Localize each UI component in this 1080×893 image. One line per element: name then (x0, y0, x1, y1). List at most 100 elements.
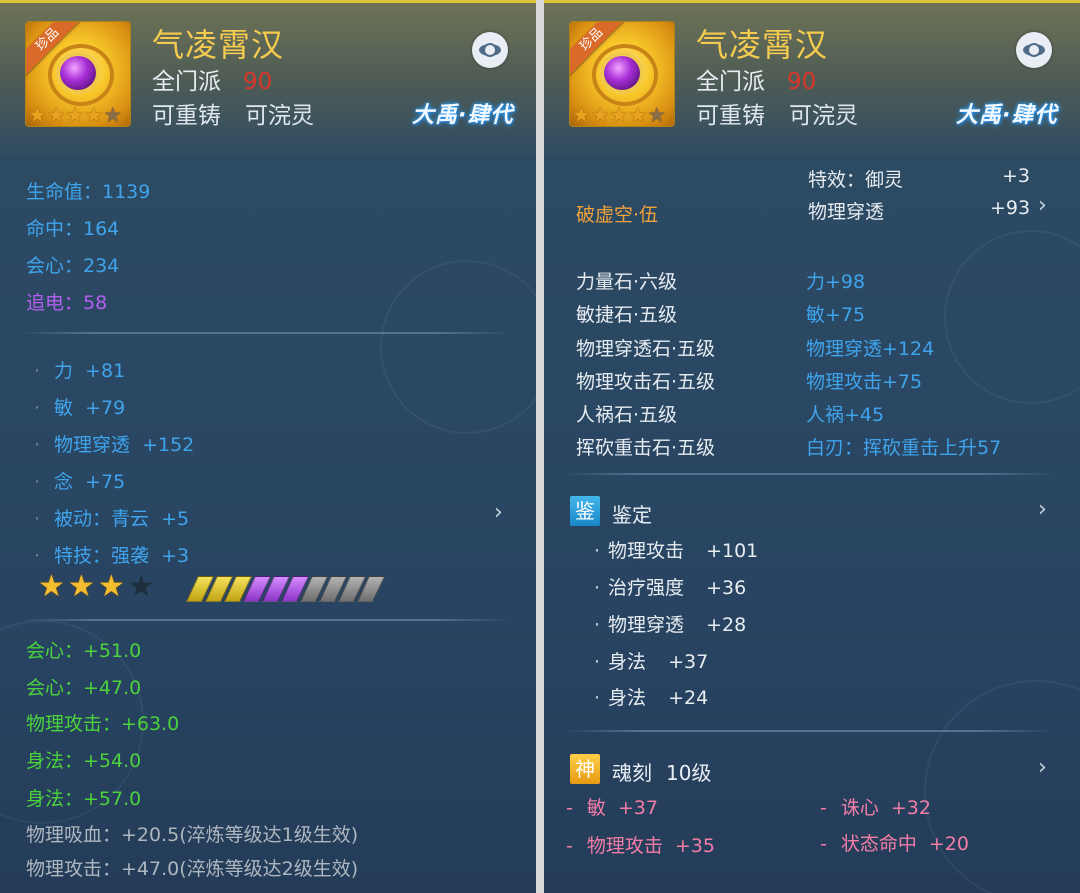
bullet: · (34, 508, 41, 530)
soul-label: 状态命中 (840, 833, 917, 855)
soul-label: 敏 (586, 797, 606, 819)
eye-icon[interactable] (472, 32, 508, 68)
attr-label: 被动：青云 (54, 508, 150, 530)
attr-label: 特技：强袭 (54, 545, 150, 567)
brand-logo: 大禹·肆代 (956, 103, 1058, 128)
soul-item: - 物理攻击 +35 (566, 831, 715, 858)
chevron-right-icon[interactable]: › (1038, 755, 1047, 780)
faction-line: 全门派 90 (696, 62, 816, 96)
soul-item: - 状态命中 +20 (820, 829, 969, 856)
divider (20, 332, 510, 334)
set-name: 破虚空·伍 (576, 204, 659, 226)
extra-stat: 物理攻击：+63.0 (26, 713, 180, 735)
extra-stat: 身法：+54.0 (26, 750, 142, 772)
flags-line: 可重铸 可浣灵 (696, 96, 858, 130)
star-icon: ★ (28, 103, 47, 126)
star-icon: ★ (97, 569, 125, 604)
attr-value: +3 (161, 545, 190, 567)
gem-name: 力量石·六级 (576, 271, 678, 293)
appraisal-title: 鉴定 (612, 503, 652, 527)
appraisal-badge: 鉴 (570, 496, 600, 526)
divider (564, 730, 1054, 732)
attr-row[interactable]: · 被动：青云 +5 (34, 504, 189, 531)
appraisal-label: 物理穿透 (608, 614, 685, 636)
item-level: 90 (243, 69, 273, 95)
enhance-stars: ★ ★ ★ ★ (38, 570, 155, 604)
soul-title: 魂刻 10级 (612, 757, 711, 786)
gem-name: 人祸石·五级 (576, 404, 678, 426)
faction: 全门派 (696, 69, 765, 95)
star-icon: ★ (65, 103, 85, 126)
appraisal-item: · 身法 +37 (594, 647, 708, 674)
effect-label: 特效：御灵 (808, 169, 904, 191)
base-stat: 生命值：1139 (26, 181, 151, 203)
gem-bonus: 物理攻击+75 (806, 371, 923, 393)
star-empty-icon: ★ (647, 103, 667, 126)
star-icon: ★ (67, 569, 95, 604)
soul-value: +35 (674, 835, 715, 857)
pierce-label: 物理穿透 (808, 201, 885, 223)
effect-value: +3 (1002, 165, 1031, 187)
attr-label: 念 (54, 471, 74, 493)
star-icon: ★ (628, 103, 648, 126)
reforgeable-flag: 可重铸 (696, 103, 765, 129)
bullet: · (34, 545, 41, 567)
chevron-right-icon[interactable]: › (494, 500, 503, 525)
attr-value: +5 (161, 508, 190, 530)
star-icon: ★ (46, 103, 66, 126)
gem-bonus: 人祸+45 (806, 404, 885, 426)
purple-gem-icon (60, 56, 96, 90)
icon-stars: ★ ★ ★ ★ ★ (28, 104, 122, 126)
gem-name: 敏捷石·五级 (576, 304, 678, 326)
appraisal-item: · 物理攻击 +101 (594, 536, 758, 563)
divider (564, 473, 1054, 475)
base-stat: 会心：234 (26, 255, 120, 277)
appraisal-item: · 物理穿透 +28 (594, 610, 746, 637)
attr-row: · 力 +81 (34, 356, 125, 383)
item-icon[interactable]: 珍品 ★ ★ ★ ★ ★ (26, 22, 130, 126)
gem-name: 物理攻击石·五级 (576, 371, 716, 393)
star-icon: ★ (84, 103, 104, 126)
washable-flag: 可浣灵 (789, 103, 858, 129)
brand-logo: 大禹·肆代 (412, 103, 514, 128)
appraisal-label: 身法 (608, 651, 647, 673)
attr-row: · 物理穿透 +152 (34, 430, 194, 457)
item-name: 气凌霄汉 (696, 26, 829, 64)
attr-row: · 特技：强袭 +3 (34, 541, 189, 568)
extra-stat-locked: 物理攻击：+47.0(淬炼等级达2级生效) (26, 858, 359, 880)
star-icon: ★ (609, 103, 629, 126)
soul-label: 诛心 (840, 797, 879, 819)
soul-item: - 诛心 +32 (820, 793, 931, 820)
appraisal-label: 物理攻击 (608, 540, 685, 562)
dash: - (820, 797, 827, 819)
attr-label: 物理穿透 (54, 434, 131, 456)
base-stat: 追电：58 (26, 292, 108, 314)
appraisal-value: +28 (706, 614, 747, 636)
eye-icon[interactable] (1016, 32, 1052, 68)
base-stat: 命中：164 (26, 218, 120, 240)
item-icon[interactable]: 珍品 ★ ★ ★ ★ ★ (570, 22, 674, 126)
star-empty-icon: ★ (103, 103, 123, 126)
faction: 全门派 (152, 69, 221, 95)
gem-name: 物理穿透石·五级 (576, 338, 716, 360)
bullet: · (594, 540, 601, 562)
soul-value: +20 (928, 833, 969, 855)
dash: - (566, 797, 573, 819)
chevron-right-icon[interactable]: › (1038, 497, 1047, 522)
appraisal-item: · 治疗强度 +36 (594, 573, 746, 600)
attr-row: · 念 +75 (34, 467, 125, 494)
faction-line: 全门派 90 (152, 62, 272, 96)
appraisal-value: +37 (668, 651, 709, 673)
extra-stat: 会心：+51.0 (26, 640, 142, 662)
appraisal-label: 身法 (608, 687, 647, 709)
dash: - (566, 835, 573, 857)
divider (20, 619, 510, 621)
star-icon: ★ (590, 103, 610, 126)
star-icon: ★ (572, 103, 591, 126)
attr-label: 敏 (54, 397, 74, 419)
tooltip-comparison: 珍品 ★ ★ ★ ★ ★ 气凌霄汉 全门派 90 可重铸 可浣灵 大禹·肆代 生命值：113… (0, 0, 1080, 893)
attr-value: +79 (85, 397, 126, 419)
washable-flag: 可浣灵 (245, 103, 314, 129)
chevron-right-icon[interactable]: › (1038, 193, 1047, 218)
attr-label: 力 (54, 360, 74, 382)
